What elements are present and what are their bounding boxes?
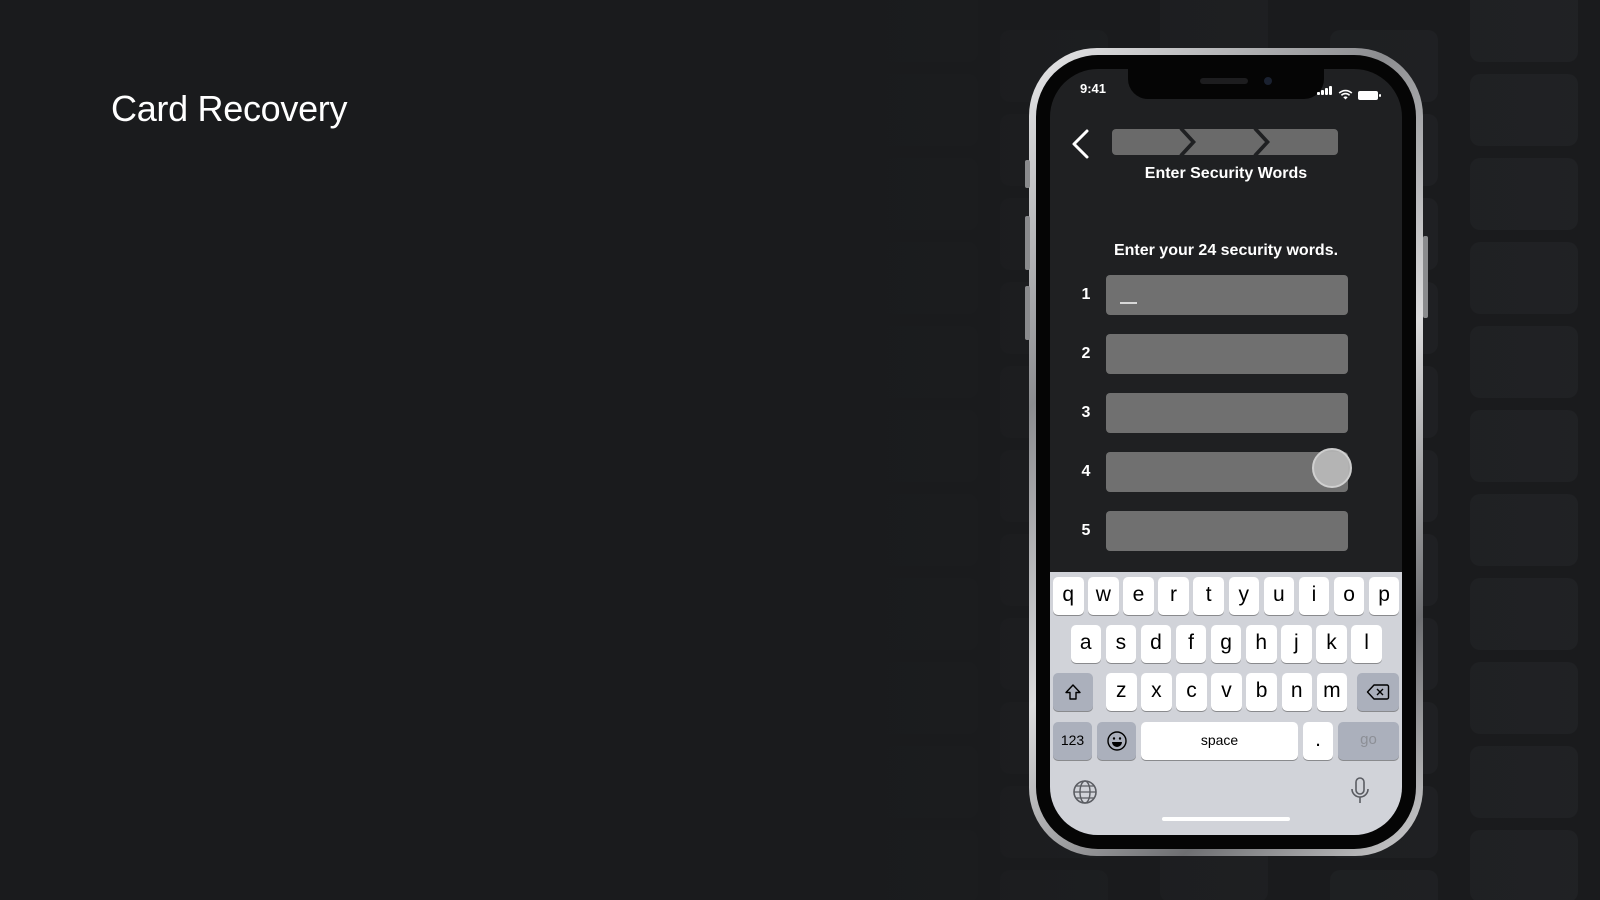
touch-indicator xyxy=(1312,448,1352,488)
shift-key[interactable] xyxy=(1053,673,1093,711)
key-w[interactable]: w xyxy=(1088,577,1119,615)
notch xyxy=(1128,69,1324,99)
key-e[interactable]: e xyxy=(1123,577,1154,615)
power-button xyxy=(1423,236,1428,318)
key-b[interactable]: b xyxy=(1246,673,1277,711)
word-row-2: 2 xyxy=(1050,334,1402,374)
word-number: 3 xyxy=(1081,404,1091,421)
emoji-key[interactable] xyxy=(1097,722,1136,760)
chevron-left-icon[interactable] xyxy=(1068,127,1098,161)
security-word-input-5[interactable] xyxy=(1106,511,1348,551)
wifi-icon xyxy=(1338,89,1353,100)
key-c[interactable]: c xyxy=(1176,673,1207,711)
key-y[interactable]: y xyxy=(1228,577,1259,615)
word-number: 4 xyxy=(1081,463,1091,480)
key-i[interactable]: i xyxy=(1298,577,1330,615)
word-row-5: 5 xyxy=(1050,511,1402,551)
key-l[interactable]: l xyxy=(1351,625,1382,663)
phone-screen: 9:41 Enter Security Words Enter your 24 … xyxy=(1050,69,1402,835)
instruction-text: Enter your 24 security words. xyxy=(1113,242,1339,259)
security-word-input-2[interactable] xyxy=(1106,334,1348,374)
word-row-3: 3 xyxy=(1050,393,1402,433)
key-u[interactable]: u xyxy=(1263,577,1295,615)
step-1 xyxy=(1112,129,1192,155)
key-k[interactable]: k xyxy=(1316,625,1347,663)
step-3 xyxy=(1258,129,1338,155)
key-a[interactable]: a xyxy=(1070,625,1101,663)
volume-down-button xyxy=(1025,286,1030,340)
key-g[interactable]: g xyxy=(1210,625,1242,663)
word-number: 2 xyxy=(1081,345,1091,362)
word-row-1: 1 xyxy=(1050,275,1402,315)
volume-up-button xyxy=(1025,216,1030,270)
key-q[interactable]: q xyxy=(1053,577,1084,615)
security-word-input-1[interactable] xyxy=(1106,275,1348,315)
shift-icon xyxy=(1065,684,1081,700)
status-time: 9:41 xyxy=(1080,81,1107,96)
word-number: 5 xyxy=(1081,522,1091,539)
key-n[interactable]: n xyxy=(1281,673,1312,711)
microphone-icon[interactable] xyxy=(1349,776,1371,806)
speaker-grille xyxy=(1200,78,1248,84)
presentation-title: Card Recovery xyxy=(111,88,348,129)
word-number: 1 xyxy=(1081,286,1091,303)
key-h[interactable]: h xyxy=(1246,625,1277,663)
emoji-icon xyxy=(1106,731,1127,751)
key-v[interactable]: v xyxy=(1211,673,1242,711)
progress-stepper xyxy=(1112,129,1338,155)
key-o[interactable]: o xyxy=(1333,577,1365,615)
text-cursor xyxy=(1120,302,1137,304)
mute-switch xyxy=(1025,160,1030,188)
go-key[interactable]: go xyxy=(1338,722,1399,760)
key-m[interactable]: m xyxy=(1316,673,1348,711)
key-j[interactable]: j xyxy=(1281,625,1312,663)
step-2 xyxy=(1184,129,1266,155)
key-f[interactable]: f xyxy=(1175,625,1207,663)
key-z[interactable]: z xyxy=(1106,673,1137,711)
key-x[interactable]: x xyxy=(1141,673,1172,711)
front-camera xyxy=(1264,77,1272,85)
security-word-input-3[interactable] xyxy=(1106,393,1348,433)
key-t[interactable]: t xyxy=(1193,577,1224,615)
period-key[interactable]: . xyxy=(1303,722,1333,760)
screen-title: Enter Security Words xyxy=(1144,165,1308,182)
key-s[interactable]: s xyxy=(1105,625,1137,663)
space-key[interactable]: space xyxy=(1141,722,1298,760)
on-screen-keyboard: qwertyuiop asdfghjkl zxcvbnm 123 space . xyxy=(1050,572,1402,835)
battery-icon xyxy=(1358,91,1381,100)
status-icons xyxy=(1317,82,1381,100)
globe-icon[interactable] xyxy=(1071,778,1099,806)
home-indicator xyxy=(1162,817,1290,821)
signal-icon xyxy=(1317,82,1333,100)
numbers-key[interactable]: 123 xyxy=(1053,722,1092,760)
key-r[interactable]: r xyxy=(1158,577,1189,615)
backspace-key[interactable] xyxy=(1357,673,1399,711)
key-d[interactable]: d xyxy=(1140,625,1172,663)
key-p[interactable]: p xyxy=(1368,577,1400,615)
backspace-icon xyxy=(1366,684,1390,700)
